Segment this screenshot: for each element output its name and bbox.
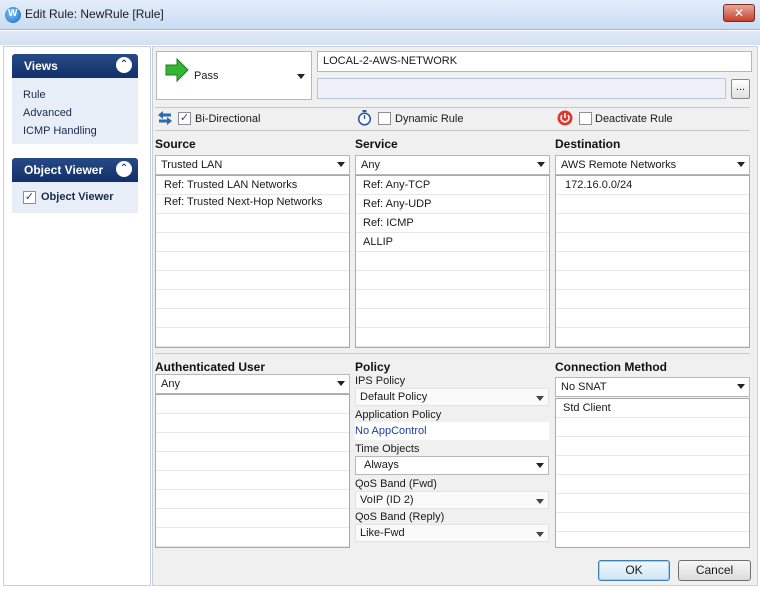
divider bbox=[155, 130, 750, 131]
destination-selected: AWS Remote Networks bbox=[561, 159, 677, 171]
divider bbox=[155, 107, 750, 108]
nav-link-advanced[interactable]: Advanced bbox=[23, 107, 72, 119]
qos-reply-dropdown[interactable]: Like-Fwd bbox=[355, 524, 549, 542]
time-objects-value: Always bbox=[364, 459, 399, 471]
divider bbox=[155, 353, 750, 354]
bidirectional-label: Bi-Directional bbox=[195, 113, 261, 125]
bidirectional-checkbox[interactable]: ✓ bbox=[178, 112, 191, 125]
qos-fwd-label: QoS Band (Fwd) bbox=[355, 478, 437, 490]
service-dropdown[interactable]: Any bbox=[355, 155, 550, 175]
list-item[interactable]: 172.16.0.0/24 bbox=[565, 179, 632, 191]
destination-dropdown[interactable]: AWS Remote Networks bbox=[555, 155, 750, 175]
rule-comment-input[interactable] bbox=[317, 78, 726, 99]
qos-reply-label: QoS Band (Reply) bbox=[355, 511, 445, 523]
dynamic-rule-checkbox[interactable] bbox=[378, 112, 391, 125]
connection-method-selected: No SNAT bbox=[561, 381, 607, 393]
source-selected: Trusted LAN bbox=[161, 159, 223, 171]
left-navigation: Views ⌃ Rule Advanced ICMP Handling Obje… bbox=[3, 46, 151, 586]
window-title: Edit Rule: NewRule [Rule] bbox=[25, 7, 164, 21]
dropdown-arrow-icon bbox=[297, 74, 305, 79]
app-logo-icon: W bbox=[5, 7, 21, 23]
destination-title: Destination bbox=[555, 137, 621, 151]
qos-fwd-value: VoIP (ID 2) bbox=[360, 494, 414, 506]
ips-policy-dropdown[interactable]: Default Policy bbox=[355, 388, 549, 406]
dropdown-arrow-icon bbox=[337, 162, 345, 167]
application-policy-link[interactable]: No AppControl bbox=[355, 425, 427, 437]
ips-policy-label: IPS Policy bbox=[355, 375, 406, 387]
collapse-chevron-icon[interactable]: ⌃ bbox=[116, 161, 132, 177]
power-icon bbox=[557, 110, 573, 126]
list-item[interactable]: Ref: Trusted LAN Networks bbox=[164, 179, 297, 191]
auth-user-list[interactable] bbox=[155, 394, 350, 548]
nav-link-icmp-handling[interactable]: ICMP Handling bbox=[23, 125, 97, 137]
time-objects-dropdown[interactable]: Always bbox=[355, 456, 549, 475]
views-header[interactable]: Views ⌃ bbox=[12, 54, 138, 78]
list-item[interactable]: Ref: Any-TCP bbox=[363, 179, 430, 191]
column-separator bbox=[546, 176, 547, 347]
policy-title: Policy bbox=[355, 360, 391, 374]
rule-name-input[interactable]: LOCAL-2-AWS-NETWORK bbox=[317, 51, 752, 72]
auth-user-title: Authenticated User bbox=[155, 360, 266, 374]
qos-fwd-dropdown[interactable]: VoIP (ID 2) bbox=[355, 491, 549, 509]
list-item[interactable]: Ref: Any-UDP bbox=[363, 198, 431, 210]
object-viewer-title: Object Viewer bbox=[24, 163, 104, 177]
object-viewer-header[interactable]: Object Viewer ⌃ bbox=[12, 158, 138, 182]
application-policy-label: Application Policy bbox=[355, 409, 442, 421]
stopwatch-icon bbox=[357, 110, 372, 126]
connection-method-list[interactable] bbox=[555, 398, 750, 548]
ips-policy-value: Default Policy bbox=[360, 391, 428, 403]
source-dropdown[interactable]: Trusted LAN bbox=[155, 155, 350, 175]
list-item[interactable]: Ref: ICMP bbox=[363, 217, 414, 229]
dropdown-arrow-icon bbox=[537, 162, 545, 167]
action-selector[interactable]: Pass bbox=[156, 51, 312, 100]
object-viewer-label: Object Viewer bbox=[41, 191, 114, 203]
toolbar-band bbox=[0, 31, 760, 45]
dynamic-rule-label: Dynamic Rule bbox=[395, 113, 464, 125]
auth-user-selected: Any bbox=[161, 378, 180, 390]
views-panel: Rule Advanced ICMP Handling bbox=[12, 78, 138, 144]
connection-method-dropdown[interactable]: No SNAT bbox=[555, 377, 750, 397]
time-objects-label: Time Objects bbox=[355, 443, 420, 455]
dropdown-arrow-icon bbox=[536, 532, 544, 537]
service-title: Service bbox=[355, 137, 398, 151]
bidirectional-arrows-icon bbox=[158, 111, 172, 125]
list-item[interactable]: Std Client bbox=[563, 402, 611, 414]
deactivate-rule-checkbox[interactable] bbox=[579, 112, 592, 125]
dropdown-arrow-icon bbox=[536, 499, 544, 504]
connection-method-title: Connection Method bbox=[555, 360, 667, 374]
list-item[interactable]: Ref: Trusted Next-Hop Networks bbox=[164, 196, 322, 208]
close-button[interactable]: ✕ bbox=[723, 4, 755, 22]
views-title: Views bbox=[24, 59, 58, 73]
deactivate-rule-label: Deactivate Rule bbox=[595, 113, 673, 125]
collapse-chevron-icon[interactable]: ⌃ bbox=[116, 57, 132, 73]
dropdown-arrow-icon bbox=[337, 381, 345, 386]
object-viewer-panel: ✓ Object Viewer bbox=[12, 182, 138, 213]
qos-reply-value: Like-Fwd bbox=[360, 527, 405, 539]
object-viewer-checkbox[interactable]: ✓ bbox=[23, 191, 36, 204]
dropdown-arrow-icon bbox=[536, 396, 544, 401]
service-selected: Any bbox=[361, 159, 380, 171]
action-label: Pass bbox=[194, 70, 219, 82]
dropdown-arrow-icon bbox=[737, 162, 745, 167]
browse-button[interactable]: ... bbox=[731, 79, 750, 99]
list-item[interactable]: ALLIP bbox=[363, 236, 393, 248]
application-policy-field[interactable]: No AppControl bbox=[355, 422, 549, 440]
dropdown-arrow-icon bbox=[737, 384, 745, 389]
auth-user-dropdown[interactable]: Any bbox=[155, 374, 350, 394]
green-arrow-icon bbox=[165, 57, 189, 83]
cancel-button[interactable]: Cancel bbox=[678, 560, 751, 581]
dropdown-arrow-icon bbox=[536, 463, 544, 468]
source-title: Source bbox=[155, 137, 196, 151]
nav-link-rule[interactable]: Rule bbox=[23, 89, 46, 101]
destination-list[interactable] bbox=[555, 175, 750, 348]
ok-button[interactable]: OK bbox=[598, 560, 670, 581]
